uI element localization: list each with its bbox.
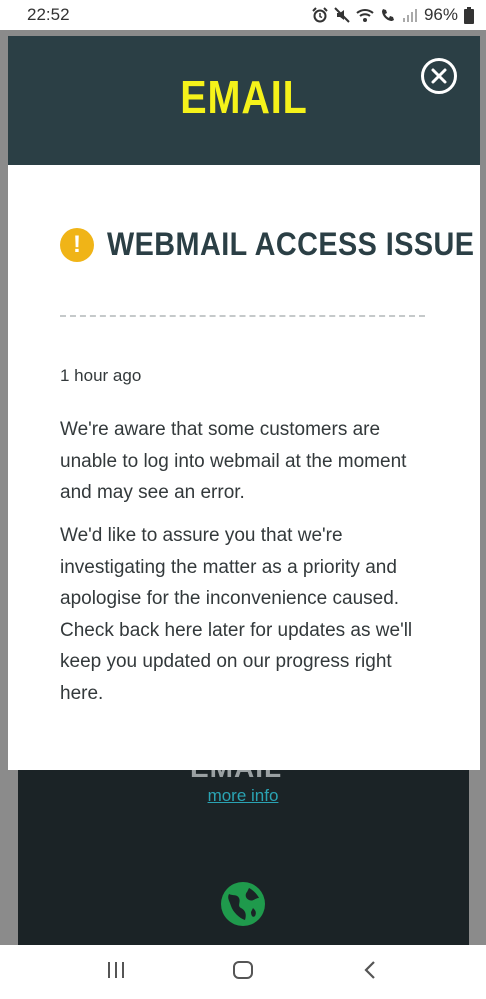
status-bar: 22:52 96%	[0, 0, 486, 30]
screen: 22:52 96% more info EMAIL ! WEBMAIL ACCE…	[0, 0, 486, 999]
battery-icon	[464, 6, 474, 24]
modal-header: EMAIL	[8, 36, 480, 165]
navigation-bar	[0, 945, 486, 999]
globe-icon	[221, 882, 265, 926]
message-paragraph: We're aware that some customers are unab…	[60, 419, 407, 503]
status-time: 22:52	[27, 5, 70, 24]
alarm-icon	[312, 7, 328, 23]
battery-percent: 96%	[423, 5, 458, 24]
home-icon[interactable]	[232, 959, 254, 981]
alert-title: WEBMAIL ACCESS ISSUE	[107, 226, 475, 262]
timestamp: 1 hour ago	[60, 366, 142, 385]
mute-icon	[334, 7, 350, 23]
close-button[interactable]	[421, 58, 457, 94]
wifi-calling-icon	[381, 9, 394, 21]
alert-modal: EMAIL ! WEBMAIL ACCESS ISSUE 1 hour ago …	[8, 36, 480, 770]
signal-icon	[402, 9, 417, 22]
wifi-icon	[356, 9, 374, 22]
divider	[60, 315, 425, 317]
recent-apps-icon[interactable]	[106, 959, 126, 981]
more-info-link[interactable]: more info	[0, 786, 486, 806]
warning-icon: !	[60, 227, 94, 262]
close-icon	[431, 68, 447, 84]
back-icon[interactable]	[360, 959, 380, 981]
alert-heading: ! WEBMAIL ACCESS ISSUE	[60, 226, 486, 263]
status-icons: 96%	[312, 5, 474, 25]
message-paragraph: We'd like to assure you that we're inves…	[60, 525, 413, 704]
modal-title: EMAIL	[180, 71, 308, 123]
